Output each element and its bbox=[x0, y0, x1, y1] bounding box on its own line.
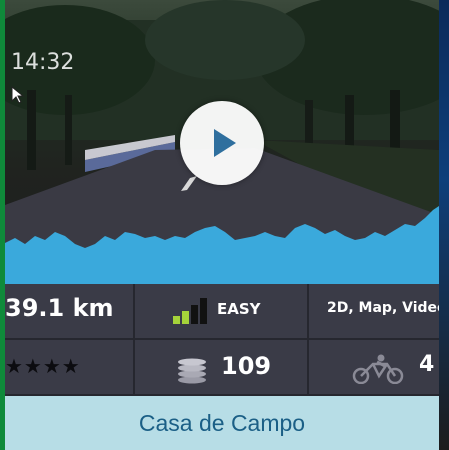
route-features: 2D, Map, Video bbox=[309, 284, 439, 340]
difficulty-bars-icon bbox=[173, 298, 207, 324]
cursor-icon bbox=[11, 86, 25, 104]
difficulty-label: EASY bbox=[217, 300, 261, 318]
route-distance: 39.1 km bbox=[5, 284, 135, 340]
route-stats-grid: 39.1 km ★★★★ EASY 109 2D, Map, Video 4 bbox=[5, 284, 439, 396]
device-frame-edge bbox=[439, 0, 449, 450]
play-icon bbox=[214, 129, 236, 157]
route-card[interactable]: 14:32 39.1 km ★★★★ EASY 109 2D, Map, Vid… bbox=[5, 0, 439, 450]
route-rating: ★★★★ bbox=[5, 340, 135, 396]
bike-icon bbox=[352, 354, 404, 384]
rating-stars: ★★★★ bbox=[5, 354, 81, 378]
coins-icon bbox=[178, 358, 206, 384]
route-title: Casa de Campo bbox=[138, 409, 306, 436]
play-button[interactable] bbox=[180, 101, 264, 185]
features-text: 2D, Map, Video bbox=[327, 300, 439, 316]
route-footer[interactable]: Casa de Campo bbox=[5, 396, 439, 450]
route-credits: 109 bbox=[135, 340, 309, 396]
video-clock: 14:32 bbox=[11, 50, 75, 75]
credits-value: 109 bbox=[221, 352, 272, 380]
route-difficulty: EASY bbox=[135, 284, 309, 340]
route-video-preview[interactable]: 14:32 bbox=[5, 0, 439, 284]
route-riders: 4 bbox=[309, 340, 439, 396]
riders-value: 4 bbox=[419, 352, 435, 377]
